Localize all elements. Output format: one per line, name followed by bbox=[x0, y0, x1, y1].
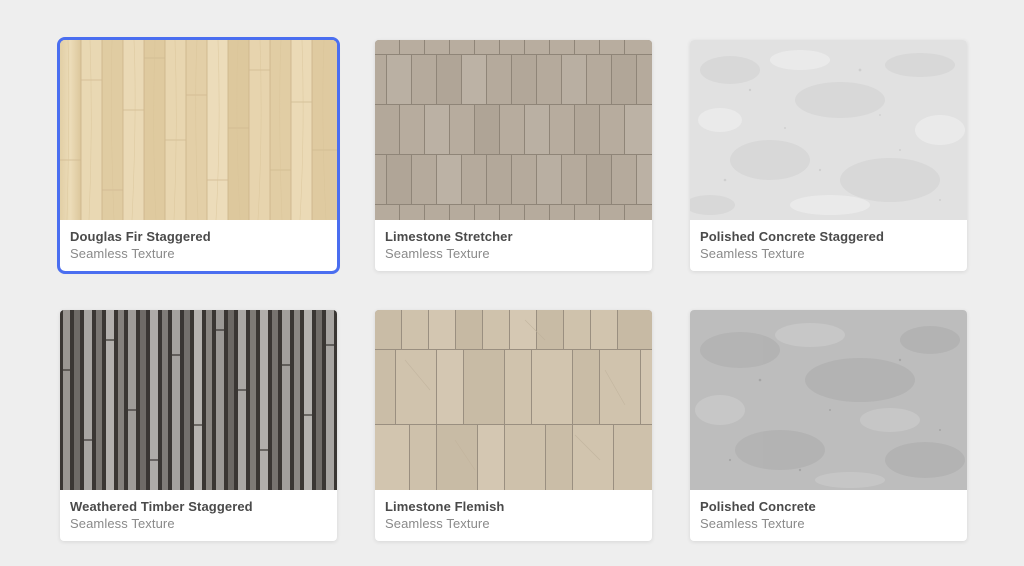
texture-subtitle: Seamless Texture bbox=[700, 516, 805, 531]
texture-card-douglas-fir-staggered[interactable]: Douglas Fir Staggered Seamless Texture bbox=[57, 37, 340, 274]
douglas-fir-thumbnail bbox=[60, 40, 337, 220]
texture-card-limestone-flemish[interactable]: Limestone Flemish Seamless Texture bbox=[375, 310, 652, 541]
texture-card-weathered-timber-staggered[interactable]: Weathered Timber Staggered Seamless Text… bbox=[60, 310, 337, 541]
texture-title: Limestone Flemish bbox=[385, 499, 505, 514]
limestone-stretcher-thumbnail bbox=[375, 40, 652, 220]
texture-title: Weathered Timber Staggered bbox=[70, 499, 253, 514]
polished-concrete-staggered-thumbnail bbox=[690, 40, 967, 220]
texture-subtitle: Seamless Texture bbox=[70, 516, 175, 531]
weathered-timber-thumbnail bbox=[60, 310, 337, 490]
texture-subtitle: Seamless Texture bbox=[700, 246, 805, 261]
texture-title: Polished Concrete Staggered bbox=[700, 229, 885, 244]
texture-subtitle: Seamless Texture bbox=[385, 516, 490, 531]
texture-grid: Douglas Fir Staggered Seamless Texture L… bbox=[0, 0, 1024, 566]
texture-subtitle: Seamless Texture bbox=[70, 246, 175, 261]
texture-card-polished-concrete[interactable]: Polished Concrete Seamless Texture bbox=[690, 310, 967, 541]
texture-title: Polished Concrete bbox=[700, 499, 816, 514]
texture-card-limestone-stretcher[interactable]: Limestone Stretcher Seamless Texture bbox=[375, 40, 652, 271]
texture-title: Douglas Fir Staggered bbox=[70, 229, 211, 244]
texture-title: Limestone Stretcher bbox=[385, 229, 513, 244]
limestone-flemish-thumbnail bbox=[375, 310, 652, 490]
polished-concrete-thumbnail bbox=[690, 310, 967, 490]
texture-subtitle: Seamless Texture bbox=[385, 246, 490, 261]
texture-card-polished-concrete-staggered[interactable]: Polished Concrete Staggered Seamless Tex… bbox=[690, 40, 967, 271]
